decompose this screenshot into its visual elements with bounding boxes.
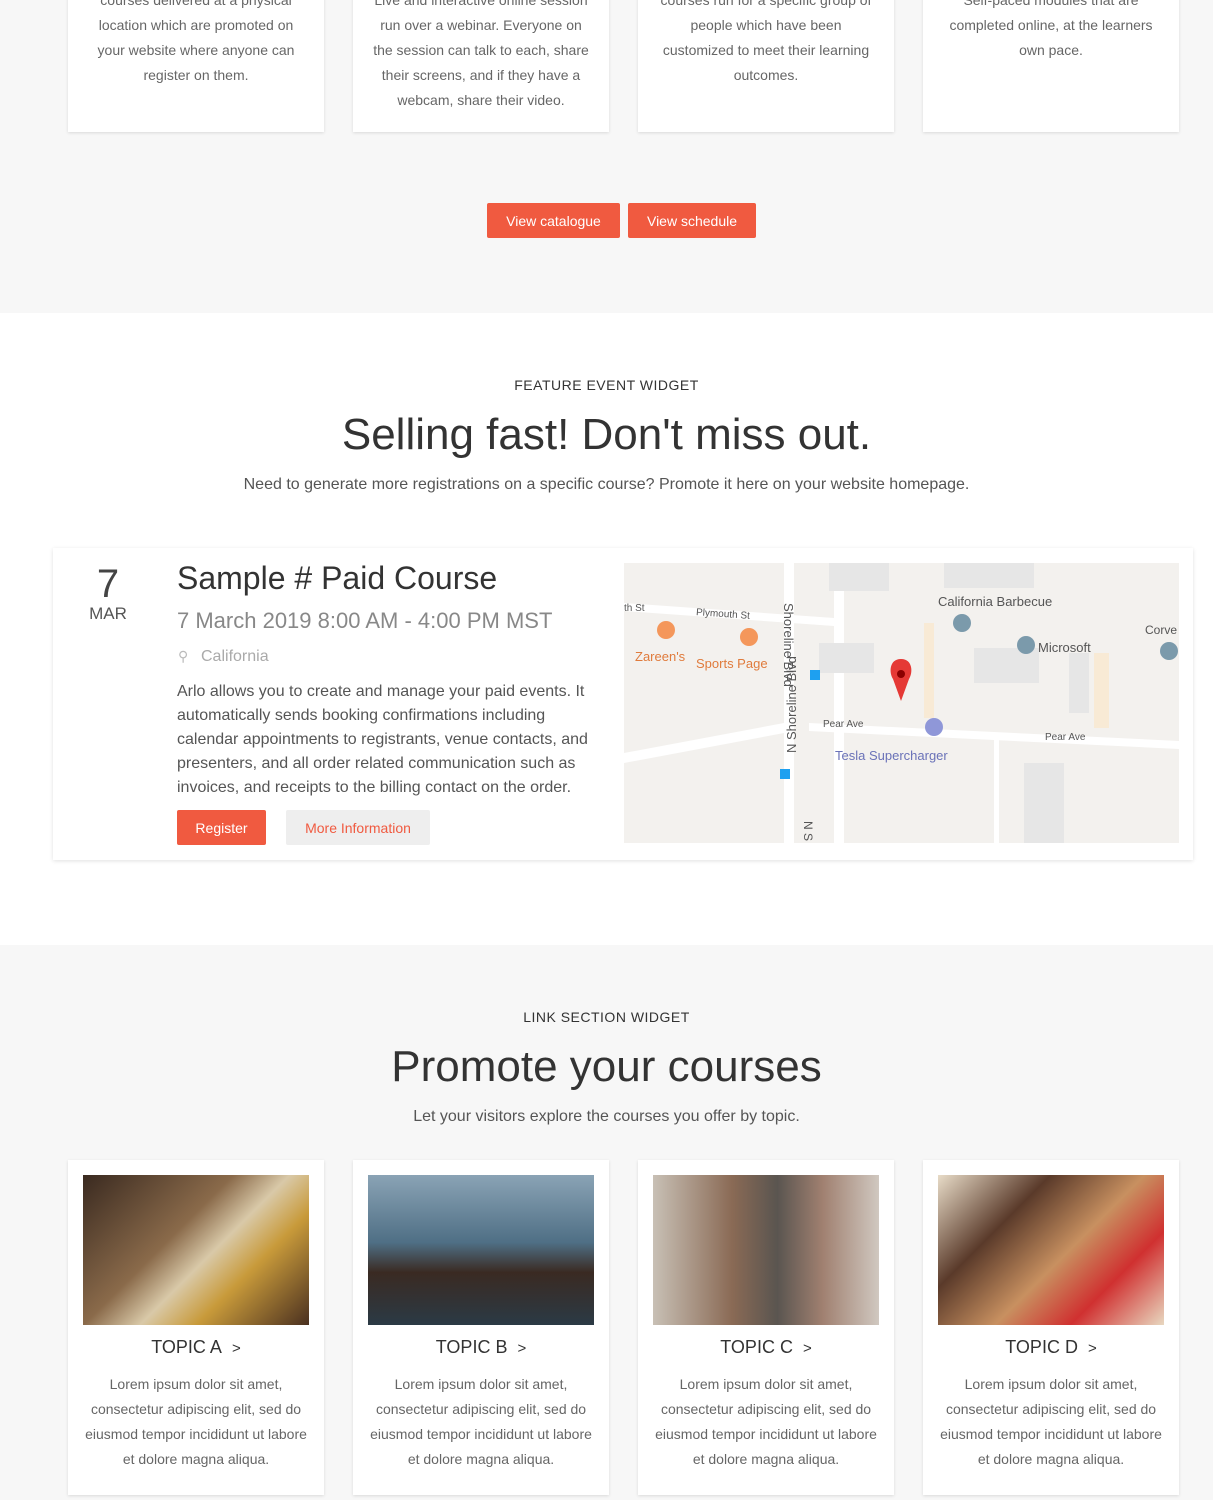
section-title: Selling fast! Don't miss out.: [341, 410, 872, 459]
view-catalogue-button[interactable]: View catalogue: [487, 203, 620, 238]
more-information-button[interactable]: More Information: [286, 810, 430, 845]
course-type-card: courses run for a specific group of peop…: [638, 0, 894, 132]
card-text: courses delivered at a physical location…: [97, 0, 295, 83]
event-title[interactable]: Sample # Paid Course: [177, 560, 497, 597]
topic-title[interactable]: TOPIC B >: [353, 1337, 609, 1358]
topic-card[interactable]: TOPIC B > Lorem ipsum dolor sit amet, co…: [353, 1160, 609, 1495]
map-label: Tesla Supercharger: [835, 748, 948, 763]
map-label: Pear Ave: [823, 719, 864, 730]
view-schedule-button[interactable]: View schedule: [628, 203, 756, 238]
map-label: Zareen's: [635, 649, 686, 664]
topic-card[interactable]: TOPIC D > Lorem ipsum dolor sit amet, co…: [923, 1160, 1179, 1495]
section-title: Promote your courses: [391, 1042, 822, 1091]
topic-image[interactable]: [368, 1175, 594, 1325]
card-text: courses run for a specific group of peop…: [660, 0, 872, 83]
featured-event-card: 7 MAR Sample # Paid Course 7 March 2019 …: [53, 548, 1193, 860]
card-text: Self-paced modules that are completed on…: [949, 0, 1153, 58]
topic-description: Lorem ipsum dolor sit amet, consectetur …: [85, 1376, 307, 1467]
event-month: MAR: [89, 604, 127, 623]
course-type-card: Live and interactive online session run …: [353, 0, 609, 132]
card-text: Live and interactive online session run …: [373, 0, 589, 108]
topic-card[interactable]: TOPIC A > Lorem ipsum dolor sit amet, co…: [68, 1160, 324, 1495]
topic-description: Lorem ipsum dolor sit amet, consectetur …: [940, 1376, 1162, 1467]
topic-image[interactable]: [938, 1175, 1164, 1325]
course-type-card: courses delivered at a physical location…: [68, 0, 324, 132]
topic-title[interactable]: TOPIC A >: [68, 1337, 324, 1358]
section-subtitle: Need to generate more registrations on a…: [243, 476, 970, 493]
event-datetime: 7 March 2019 8:00 AM - 4:00 PM MST: [177, 608, 553, 633]
topic-title[interactable]: TOPIC D >: [923, 1337, 1179, 1358]
map-label: California Barbecue: [938, 594, 1053, 609]
chevron-right-icon: >: [231, 1340, 241, 1357]
map-label: N S: [801, 821, 815, 842]
topic-description: Lorem ipsum dolor sit amet, consectetur …: [370, 1376, 592, 1467]
topic-image[interactable]: [653, 1175, 879, 1325]
chevron-right-icon: >: [517, 1340, 527, 1357]
map-label: Sports Page: [696, 656, 768, 671]
map-label: Microsoft: [1038, 640, 1091, 655]
register-button[interactable]: Register: [177, 810, 266, 845]
map-label: th St: [624, 603, 645, 614]
event-description: Arlo allows you to create and manage you…: [177, 683, 588, 796]
location-pin-icon: ⚲: [178, 648, 189, 664]
topic-card[interactable]: TOPIC C > Lorem ipsum dolor sit amet, co…: [638, 1160, 894, 1495]
section-eyebrow: FEATURE EVENT WIDGET: [514, 377, 699, 393]
map-graphics: [624, 563, 1179, 843]
chevron-right-icon: >: [802, 1340, 812, 1357]
chevron-right-icon: >: [1087, 1340, 1097, 1357]
course-type-card: Self-paced modules that are completed on…: [923, 0, 1179, 132]
map-label: Corve: [1145, 623, 1178, 637]
course-types-section: courses delivered at a physical location…: [0, 0, 1213, 313]
section-subtitle: Let your visitors explore the courses yo…: [413, 1108, 800, 1125]
topic-description: Lorem ipsum dolor sit amet, consectetur …: [655, 1376, 877, 1467]
event-map[interactable]: th St Plymouth St Shoreline Blvd N Shore…: [624, 563, 1179, 843]
event-location: California: [201, 648, 269, 665]
event-day: 7: [96, 562, 120, 606]
map-label: Pear Ave: [1045, 732, 1086, 743]
topic-title[interactable]: TOPIC C >: [638, 1337, 894, 1358]
topic-image[interactable]: [83, 1175, 309, 1325]
section-eyebrow: LINK SECTION WIDGET: [523, 1009, 690, 1025]
map-label: N Shoreline Blvd: [784, 656, 799, 753]
